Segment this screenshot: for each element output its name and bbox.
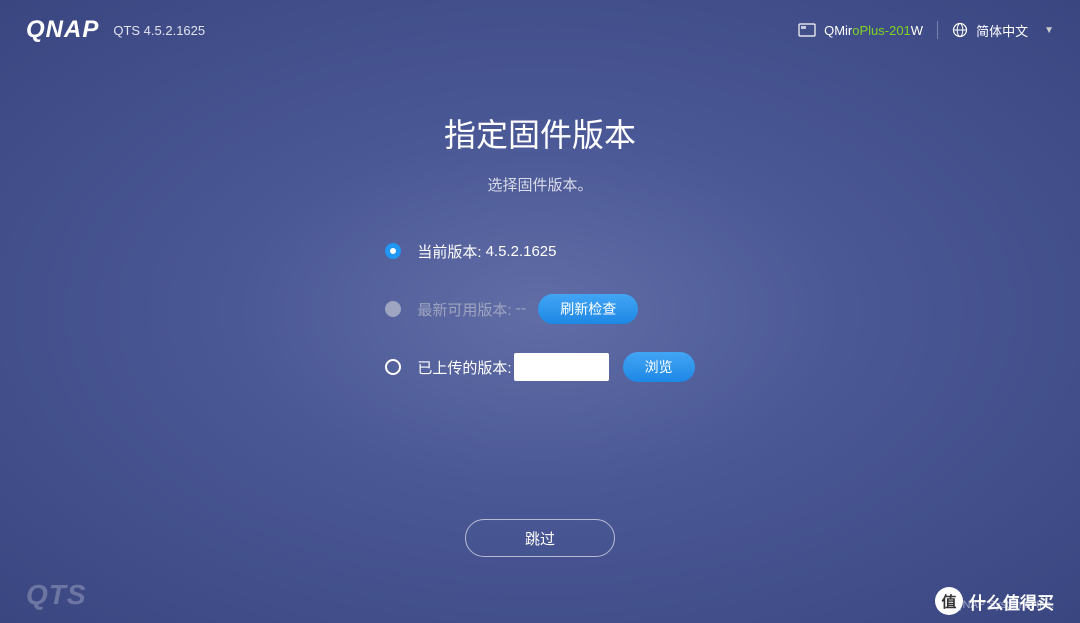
skip-button[interactable]: 跳过 bbox=[465, 519, 615, 557]
radio-latest-disabled bbox=[385, 301, 401, 317]
main-content: 指定固件版本 选择固件版本。 当前版本: 4.5.2.1625 最新可用版本: … bbox=[0, 60, 1080, 557]
refresh-check-button[interactable]: 刷新检查 bbox=[538, 294, 638, 324]
option-current-version[interactable]: 当前版本: 4.5.2.1625 bbox=[385, 235, 694, 267]
watermark-text: 什么值得买 bbox=[969, 589, 1054, 614]
page-title: 指定固件版本 bbox=[0, 110, 1080, 156]
browse-button[interactable]: 浏览 bbox=[623, 352, 695, 382]
device-info[interactable]: QMiroPlus-201W bbox=[798, 23, 923, 38]
header: QNAP QTS 4.5.2.1625 QMiroPlus-201W 简体中文 … bbox=[0, 0, 1080, 60]
radio-uploaded-unselected[interactable] bbox=[385, 359, 401, 375]
watermark: 值 什么值得买 bbox=[935, 587, 1054, 615]
chevron-down-icon: ▼ bbox=[1044, 25, 1054, 36]
header-right: QMiroPlus-201W 简体中文 ▼ bbox=[798, 21, 1054, 40]
radio-current-selected[interactable] bbox=[385, 243, 401, 259]
skip-button-wrap: 跳过 bbox=[0, 519, 1080, 557]
language-selector[interactable]: 简体中文 ▼ bbox=[952, 21, 1054, 40]
latest-version-value: -- bbox=[516, 300, 527, 318]
header-left: QNAP QTS 4.5.2.1625 bbox=[26, 16, 205, 44]
brand-logo: QNAP bbox=[26, 16, 99, 44]
globe-icon bbox=[952, 22, 968, 38]
uploaded-version-label: 已上传的版本: bbox=[417, 357, 511, 378]
uploaded-file-input[interactable] bbox=[514, 353, 609, 381]
current-version-label: 当前版本: bbox=[417, 241, 481, 262]
language-label: 简体中文 bbox=[976, 21, 1028, 40]
version-label: QTS 4.5.2.1625 bbox=[113, 23, 205, 38]
device-icon bbox=[798, 23, 816, 37]
app-container: QNAP QTS 4.5.2.1625 QMiroPlus-201W 简体中文 … bbox=[0, 0, 1080, 623]
device-name: QMiroPlus-201W bbox=[824, 23, 923, 38]
footer: QTS QNAP Systems, Inc. bbox=[0, 579, 1080, 623]
qts-logo: QTS bbox=[26, 579, 87, 611]
latest-version-label: 最新可用版本: bbox=[417, 299, 511, 320]
page-subtitle: 选择固件版本。 bbox=[0, 174, 1080, 195]
header-divider bbox=[937, 21, 938, 39]
option-latest-version: 最新可用版本: -- 刷新检查 bbox=[385, 293, 694, 325]
firmware-options: 当前版本: 4.5.2.1625 最新可用版本: -- 刷新检查 已上传的版本:… bbox=[385, 235, 694, 409]
current-version-value: 4.5.2.1625 bbox=[486, 243, 557, 260]
option-uploaded-version[interactable]: 已上传的版本: 浏览 bbox=[385, 351, 694, 383]
watermark-badge-icon: 值 bbox=[935, 587, 963, 615]
